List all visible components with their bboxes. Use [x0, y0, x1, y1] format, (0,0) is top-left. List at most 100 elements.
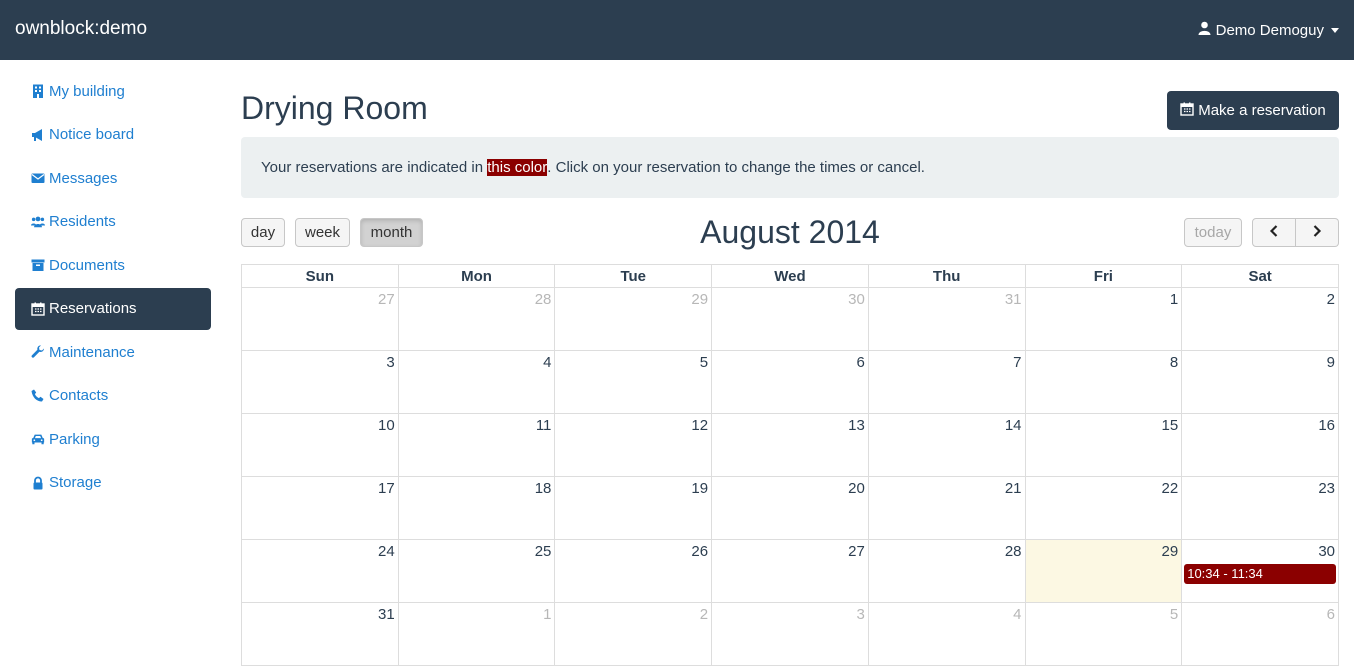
wrench-icon [30, 344, 46, 360]
sidebar-item-notice-board[interactable]: Notice board [15, 114, 211, 156]
calendar-day[interactable]: 28 [867, 539, 1026, 603]
calendar-day[interactable]: 1 [397, 602, 556, 666]
calendar-day[interactable]: 24 [241, 539, 399, 603]
calendar-day[interactable]: 22 [1024, 476, 1183, 540]
weekday-header: Mon [397, 264, 556, 288]
sidebar-item-label: Documents [49, 256, 125, 274]
brand-link[interactable]: ownblock:demo [15, 18, 147, 40]
make-reservation-button[interactable]: Make a reservation [1167, 91, 1339, 130]
sidebar-item-my-building[interactable]: My building [15, 70, 211, 112]
weekday-header: Sun [241, 264, 399, 288]
calendar-day[interactable]: 2 [1181, 287, 1339, 351]
calendar-day[interactable]: 21 [867, 476, 1026, 540]
sidebar-item-maintenance[interactable]: Maintenance [15, 331, 211, 373]
calendar-day[interactable]: 17 [241, 476, 399, 540]
day-number: 31 [1004, 291, 1022, 308]
day-number: 22 [1161, 480, 1179, 497]
sidebar-item-label: Notice board [49, 126, 135, 143]
calendar-day[interactable]: 6 [1181, 602, 1339, 666]
reservation-color-sample: this color [487, 159, 548, 176]
car-icon [30, 431, 46, 447]
view-month-button[interactable]: month [360, 218, 423, 247]
calendar-day[interactable]: 26 [554, 539, 713, 603]
calendar-day[interactable]: 4 [867, 602, 1026, 666]
calendar-day[interactable]: 11 [397, 413, 556, 477]
phone-icon [30, 388, 46, 404]
chevron-left-icon [1269, 224, 1279, 241]
day-number: 30 [1318, 543, 1335, 560]
day-number: 27 [848, 543, 865, 560]
user-name: Demo Demoguy [1215, 21, 1324, 39]
calendar-day[interactable]: 30 [711, 287, 869, 351]
calendar-week-row: 10 11 12 13 14 15 16 [241, 413, 1339, 477]
day-number: 3 [856, 606, 865, 623]
calendar-day[interactable]: 9 [1181, 350, 1339, 414]
calendar-day[interactable]: 31 [241, 602, 399, 666]
sidebar-item-storage[interactable]: Storage [15, 462, 211, 504]
users-icon [30, 214, 46, 230]
calendar-day[interactable]: 18 [397, 476, 556, 540]
day-number: 10 [378, 417, 395, 434]
sidebar-item-contacts[interactable]: Contacts [15, 375, 211, 417]
calendar-day[interactable]: 16 [1181, 413, 1339, 477]
day-number: 24 [378, 543, 395, 560]
day-number: 18 [534, 480, 552, 497]
next-month-button[interactable] [1296, 218, 1339, 247]
calendar-day[interactable]: 20 [711, 476, 869, 540]
calendar-day[interactable]: 27 [711, 539, 869, 603]
day-number: 31 [378, 606, 395, 623]
calendar-day[interactable]: 3 [241, 350, 399, 414]
calendar-day[interactable]: 7 [867, 350, 1026, 414]
calendar-day[interactable]: 28 [397, 287, 556, 351]
sidebar-item-label: Reservations [49, 300, 137, 317]
sidebar-item-documents[interactable]: Documents [15, 244, 211, 286]
calendar-day-today[interactable]: 29 [1024, 539, 1183, 603]
calendar-week-row: 27 28 29 30 31 1 2 [241, 287, 1339, 351]
sidebar-item-label: Maintenance [49, 343, 135, 361]
reservation-event[interactable]: 10:34 - 11:34 [1184, 564, 1336, 584]
calendar-day[interactable]: 5 [554, 350, 713, 414]
calendar-day[interactable]: 4 [397, 350, 556, 414]
sidebar-item-label: Storage [49, 474, 102, 491]
day-number: 28 [534, 291, 552, 308]
calendar-day[interactable]: 1 [1024, 287, 1183, 351]
view-week-button[interactable]: week [295, 218, 350, 247]
calendar-day[interactable]: 29 [554, 287, 713, 351]
calendar-day[interactable]: 10 [241, 413, 399, 477]
calendar-day[interactable]: 25 [397, 539, 556, 603]
prev-month-button[interactable] [1252, 218, 1296, 247]
calendar-day[interactable]: 13 [711, 413, 869, 477]
sidebar-item-parking[interactable]: Parking [15, 418, 211, 460]
day-number: 14 [1004, 417, 1022, 434]
today-button[interactable]: today [1184, 218, 1242, 247]
calendar-day[interactable]: 2 [554, 602, 713, 666]
day-number: 2 [1326, 291, 1335, 308]
sidebar-item-residents[interactable]: Residents [15, 201, 211, 243]
calendar-day[interactable]: 8 [1024, 350, 1183, 414]
alert-text-before: Your reservations are indicated in [261, 159, 488, 176]
day-number: 7 [1013, 354, 1022, 371]
calendar-icon [30, 301, 46, 317]
weekday-header: Sat [1181, 264, 1339, 288]
sidebar-item-messages[interactable]: Messages [15, 157, 211, 199]
calendar-day[interactable]: 30 10:34 - 11:34 [1181, 539, 1339, 603]
calendar-day[interactable]: 23 [1181, 476, 1339, 540]
sidebar-item-reservations[interactable]: Reservations [15, 287, 211, 330]
sidebar-item-label: Messages [49, 169, 118, 187]
view-day-button[interactable]: day [241, 218, 285, 247]
chevron-right-icon [1312, 224, 1322, 241]
calendar-day[interactable]: 19 [554, 476, 713, 540]
calendar-day[interactable]: 31 [867, 287, 1026, 351]
calendar-day[interactable]: 6 [711, 350, 869, 414]
day-number: 4 [1013, 606, 1022, 623]
calendar-day[interactable]: 15 [1024, 413, 1183, 477]
calendar-day[interactable]: 3 [711, 602, 869, 666]
calendar-day[interactable]: 5 [1024, 602, 1183, 666]
weekday-header: Tue [554, 264, 713, 288]
day-number: 29 [691, 291, 709, 308]
calendar-day[interactable]: 12 [554, 413, 713, 477]
day-number: 23 [1318, 480, 1335, 497]
user-menu-dropdown[interactable]: Demo Demoguy [1198, 21, 1339, 39]
calendar-day[interactable]: 27 [241, 287, 399, 351]
calendar-day[interactable]: 14 [867, 413, 1026, 477]
